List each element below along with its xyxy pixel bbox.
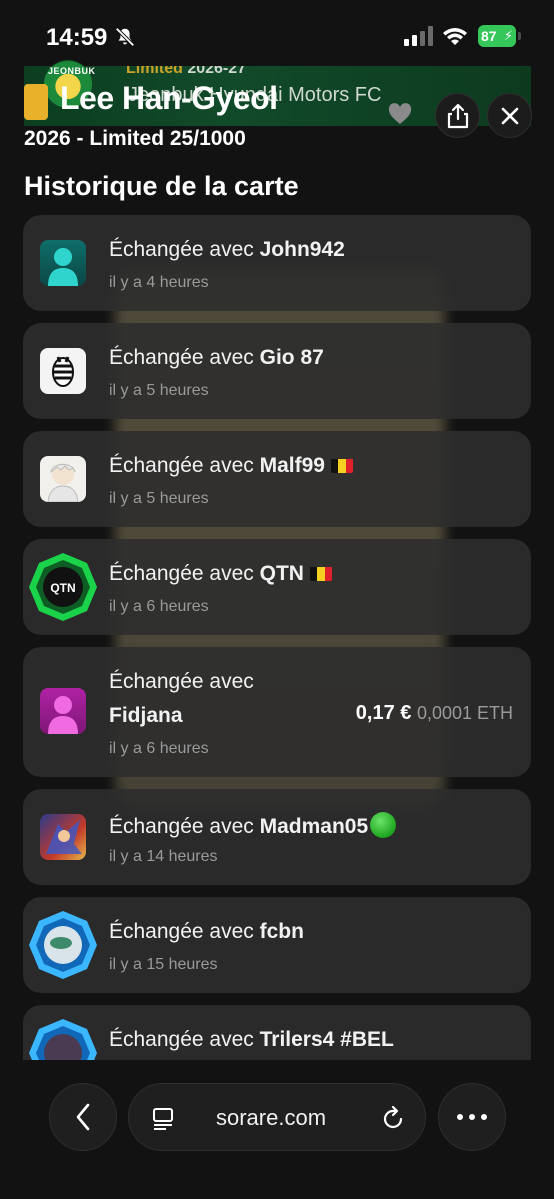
history-item-title: Échangée avec Malf99 [109,454,353,478]
history-item[interactable]: QTN Échangée avec QTN il y a 6 heures [23,539,531,635]
blue-octagon-badge-icon [27,1017,99,1060]
browser-toolbar: sorare.com [0,1060,554,1199]
battery-level: 87 [481,28,497,44]
chevron-left-icon [76,1103,90,1131]
card-subtitle: 2026 - Limited 25/1000 [24,127,246,150]
history-item-user[interactable]: Gio 87 [260,346,324,369]
status-bar: 14:59 87 ⚡ [0,0,554,70]
banner-edition: Limited 2026-27 [126,66,247,77]
charging-bolt-icon: ⚡ [503,28,513,43]
belgium-flag-icon [309,565,332,581]
history-item-user[interactable]: John942 [260,238,345,261]
history-item-title: Échangée avec [109,670,254,693]
close-icon [501,107,518,124]
share-icon [447,103,468,128]
status-time: 14:59 [46,24,108,51]
history-item[interactable]: Échangée avec Madman05 il y a 14 heures [23,789,531,885]
player-card-badge-icon [24,84,48,120]
qtn-badge-icon: QTN [27,551,99,623]
history-item-time: il y a 5 heures [109,382,209,399]
history-item[interactable]: Échangée avec Fidjana 0,17 € 0,0001 ETH … [23,647,531,777]
history-item-user[interactable]: fcbn [260,920,304,943]
history-item-title: Échangée avec QTN [109,562,332,586]
history-item-title: Échangée avec John942 [109,238,345,261]
history-item-user[interactable]: Trilers4 #BEL [260,1028,394,1051]
history-item[interactable]: Échangée avec Malf99 il y a 5 heures [23,431,531,527]
blue-octagon-badge-icon [27,909,99,981]
history-item-user[interactable]: QTN [260,562,304,585]
back-button[interactable] [49,1083,117,1151]
anime-warrior-icon [40,814,86,860]
club-logo-text: JEONBUK [48,66,96,76]
history-item-title: Échangée avec Madman05 [109,812,397,839]
address-bar[interactable]: sorare.com [128,1083,426,1151]
section-title: Historique de la carte [24,171,299,201]
share-button[interactable] [435,93,480,138]
page-menu-icon[interactable] [151,1106,175,1130]
battery-cap [518,32,521,40]
cellular-signal-icon [404,26,433,46]
history-item-title: Échangée avec fcbn [109,920,304,943]
silhouette-magenta-icon [40,688,86,734]
battery-indicator: 87 ⚡ [478,25,516,47]
history-item-time: il y a 5 heures [109,490,209,507]
silhouette-teal-icon [40,240,86,286]
history-item-time: il y a 4 heures [109,274,209,291]
belgium-flag-icon [330,457,353,473]
close-button[interactable] [487,93,532,138]
history-item-user[interactable]: Malf99 [260,454,325,477]
svg-text:QTN: QTN [50,581,75,595]
card-history-list[interactable]: Échangée avec John942 il y a 4 heures Éc… [23,215,531,1060]
history-item-user[interactable]: Fidjana [109,704,183,728]
history-item[interactable]: Échangée avec John942 il y a 4 heures [23,215,531,311]
history-item-user[interactable]: Madman05 [260,815,369,838]
history-item-time: il y a 15 heures [109,956,218,973]
url-text[interactable]: sorare.com [216,1105,326,1131]
history-item-time: il y a 14 heures [109,848,218,865]
wifi-icon [443,28,467,45]
history-item[interactable]: Échangée avec Trilers4 #BEL [23,1005,531,1060]
bell-muted-icon [115,27,135,47]
history-item-title: Échangée avec Gio 87 [109,346,324,369]
history-item-time: il y a 6 heures [109,740,209,757]
history-item-time: il y a 6 heures [109,598,209,615]
green-circle-icon [370,812,397,838]
zebra-icon [40,348,86,394]
more-options-button[interactable] [438,1083,506,1151]
history-item[interactable]: Échangée avec Gio 87 il y a 5 heures [23,323,531,419]
history-item[interactable]: Échangée avec fcbn il y a 15 heures [23,897,531,993]
ellipsis-icon [457,1114,487,1120]
history-item-price: 0,17 € 0,0001 ETH [355,702,513,724]
reload-icon[interactable] [381,1105,405,1131]
heart-icon[interactable] [388,103,412,125]
player-name: Lee Han-Gyeol [60,80,278,116]
history-item-title: Échangée avec Trilers4 #BEL [109,1028,394,1051]
anime-character-icon [40,456,86,502]
